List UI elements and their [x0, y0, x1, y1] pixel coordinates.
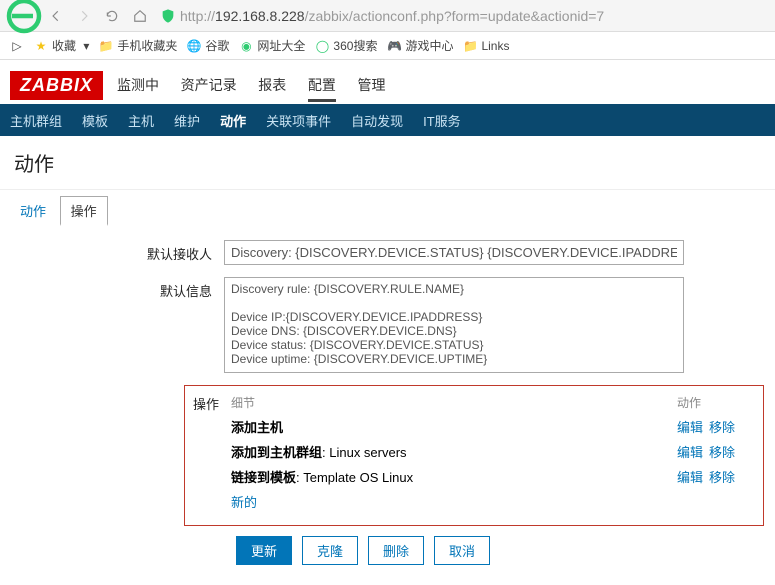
operation-row: 添加主机 编辑移除	[231, 417, 757, 436]
recipient-input[interactable]	[224, 240, 684, 265]
subnav-hostgroups[interactable]: 主机群组	[10, 111, 62, 130]
subnav-maintenance[interactable]: 维护	[174, 111, 200, 130]
browser-toolbar: http://192.168.8.228/zabbix/actionconf.p…	[0, 0, 775, 32]
delete-button[interactable]: 删除	[368, 536, 424, 565]
edge-logo-icon	[6, 2, 42, 30]
nav-inventory[interactable]: 资产记录	[181, 77, 237, 93]
remove-link[interactable]: 移除	[709, 445, 735, 460]
info-textarea[interactable]: Discovery rule: {DISCOVERY.RULE.NAME} De…	[224, 277, 684, 373]
edit-link[interactable]: 编辑	[677, 470, 703, 485]
globe-icon: 🌐	[187, 39, 201, 53]
nav-administration[interactable]: 管理	[358, 77, 386, 93]
folder-icon: 📁	[463, 39, 477, 53]
subnav-actions[interactable]: 动作	[220, 111, 246, 130]
operations-label: 操作	[191, 394, 231, 511]
bookmark-item[interactable]: ◯360搜索	[315, 37, 377, 54]
recipient-label: 默认接收人	[14, 240, 224, 263]
url-text: http://192.168.8.228/zabbix/actionconf.p…	[180, 8, 604, 24]
operation-row: 链接到模板: Template OS Linux 编辑移除	[231, 467, 757, 486]
page-title: 动作	[0, 136, 775, 190]
site-icon: ◉	[239, 39, 253, 53]
edit-link[interactable]: 编辑	[677, 420, 703, 435]
site-icon: ◯	[315, 39, 329, 53]
bookmark-item[interactable]: 📁Links	[463, 39, 509, 53]
menu-icon: ▷	[10, 39, 24, 53]
new-operation-link[interactable]: 新的	[231, 495, 257, 510]
tab-operations[interactable]: 操作	[60, 196, 108, 226]
zabbix-header: ZABBIX 监测中 资产记录 报表 配置 管理	[0, 60, 775, 104]
remove-link[interactable]: 移除	[709, 470, 735, 485]
top-nav: 监测中 资产记录 报表 配置 管理	[117, 75, 404, 95]
bookmark-item[interactable]: 🌐谷歌	[187, 37, 229, 54]
button-bar: 更新 克隆 删除 取消	[236, 536, 761, 565]
tabs: 动作 操作	[0, 190, 775, 232]
bookmarks-bar: ▷ ★收藏 ▾ 📁手机收藏夹 🌐谷歌 ◉网址大全 ◯360搜索 🎮游戏中心 📁L…	[0, 32, 775, 60]
remove-link[interactable]: 移除	[709, 420, 735, 435]
operation-row: 添加到主机群组: Linux servers 编辑移除	[231, 442, 757, 461]
subnav-correlation[interactable]: 关联项事件	[266, 111, 331, 130]
clone-button[interactable]: 克隆	[302, 536, 358, 565]
tab-action[interactable]: 动作	[10, 197, 56, 224]
form: 默认接收人 默认信息 Discovery rule: {DISCOVERY.RU…	[0, 232, 775, 585]
nav-monitoring[interactable]: 监测中	[117, 77, 159, 93]
update-button[interactable]: 更新	[236, 536, 292, 565]
home-button[interactable]	[126, 2, 154, 30]
cancel-button[interactable]: 取消	[434, 536, 490, 565]
subnav-services[interactable]: IT服务	[423, 111, 461, 130]
operations-section: 操作 细节 动作 添加主机 编辑移除 添加到主机群组: Linux server…	[184, 385, 764, 526]
subnav-hosts[interactable]: 主机	[128, 111, 154, 130]
game-icon: 🎮	[387, 39, 401, 53]
star-icon: ★	[34, 39, 48, 53]
info-label: 默认信息	[14, 277, 224, 300]
nav-reports[interactable]: 报表	[258, 77, 286, 93]
shield-icon	[160, 8, 176, 24]
forward-button[interactable]	[70, 2, 98, 30]
back-button[interactable]	[42, 2, 70, 30]
folder-icon: 📁	[99, 39, 113, 53]
reload-button[interactable]	[98, 2, 126, 30]
zabbix-logo[interactable]: ZABBIX	[10, 71, 103, 100]
bookmark-item[interactable]: 🎮游戏中心	[387, 37, 453, 54]
sub-nav: 主机群组 模板 主机 维护 动作 关联项事件 自动发现 IT服务	[0, 104, 775, 136]
bookmark-item[interactable]: 📁手机收藏夹	[99, 37, 177, 54]
bookmarks-menu[interactable]: ▷	[10, 39, 24, 53]
col-action: 动作	[677, 394, 757, 411]
edit-link[interactable]: 编辑	[677, 445, 703, 460]
col-details: 细节	[231, 394, 677, 411]
subnav-templates[interactable]: 模板	[82, 111, 108, 130]
bookmark-item[interactable]: ◉网址大全	[239, 37, 305, 54]
subnav-discovery[interactable]: 自动发现	[351, 111, 403, 130]
address-bar[interactable]: http://192.168.8.228/zabbix/actionconf.p…	[160, 8, 769, 24]
favorites-button[interactable]: ★收藏 ▾	[34, 37, 89, 54]
nav-configuration[interactable]: 配置	[308, 77, 336, 102]
